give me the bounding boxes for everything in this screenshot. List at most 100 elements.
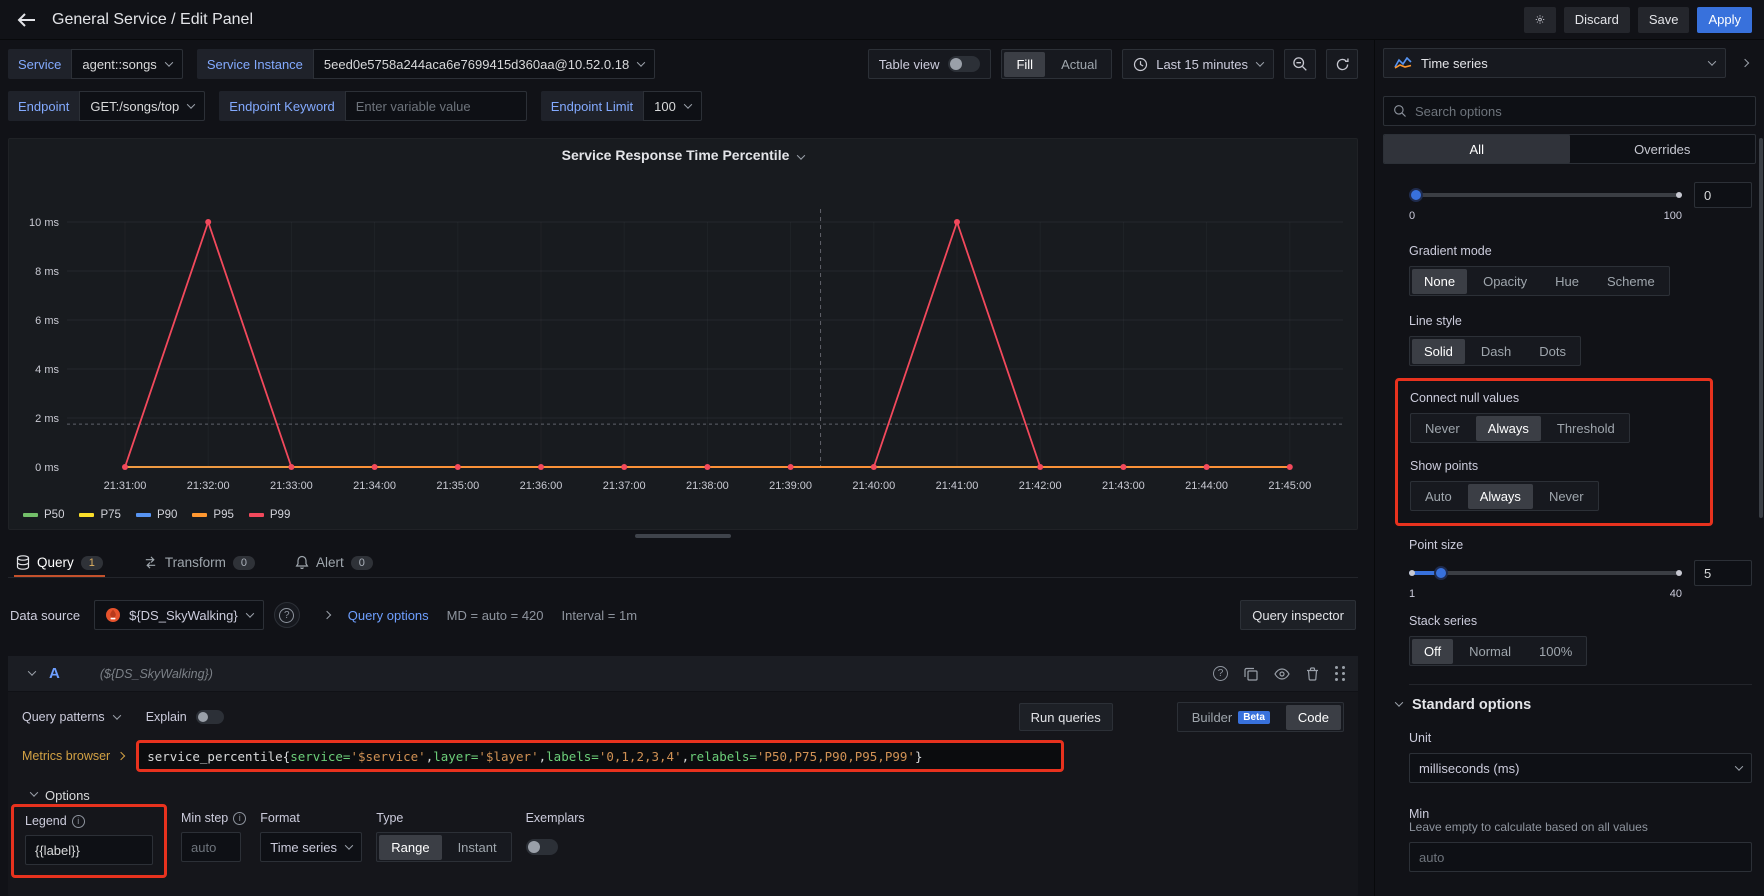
discard-button[interactable]: Discard (1564, 7, 1630, 33)
promql-expression-input[interactable]: service_percentile{service='$service', l… (136, 740, 1064, 772)
panel-settings-button[interactable] (1524, 7, 1556, 33)
refresh-button[interactable] (1326, 49, 1358, 79)
svg-text:0 ms: 0 ms (35, 462, 59, 474)
option-never[interactable]: Never (1537, 484, 1596, 509)
exemplars-toggle[interactable] (526, 839, 558, 855)
slider-handle[interactable] (1434, 566, 1448, 580)
zoom-out-button[interactable] (1284, 49, 1316, 79)
query-inspector-button[interactable]: Query inspector (1240, 600, 1356, 630)
chart-svg[interactable]: 0 ms2 ms4 ms6 ms8 ms10 ms21:31:0021:32:0… (9, 139, 1359, 495)
legend-item-p90[interactable]: P90 (136, 509, 177, 521)
apply-button[interactable]: Apply (1697, 7, 1752, 33)
variable-service-instance: Service Instance 5eed0e5758a244aca6e7699… (197, 49, 655, 79)
legend-label: P75 (100, 509, 120, 521)
endpoint-keyword-input[interactable] (345, 91, 527, 121)
eye-icon[interactable] (1274, 668, 1290, 680)
option-hue[interactable]: Hue (1543, 269, 1591, 294)
panel-resize-handle[interactable] (635, 534, 731, 538)
help-icon[interactable]: ? (1213, 666, 1228, 681)
option-always[interactable]: Always (1468, 484, 1533, 509)
variable-service-select[interactable]: agent::songs (71, 49, 182, 79)
run-queries-button[interactable]: Run queries (1019, 703, 1113, 731)
variable-endpoint-limit-select[interactable]: 100 (643, 91, 702, 121)
code-option[interactable]: Code (1286, 705, 1341, 730)
legend-input[interactable] (25, 835, 153, 865)
option-off[interactable]: Off (1412, 639, 1453, 664)
info-icon: i (233, 812, 246, 825)
back-button[interactable] (12, 6, 40, 34)
option-dots[interactable]: Dots (1527, 339, 1578, 364)
explain-toggle[interactable] (196, 710, 224, 724)
datasource-help-button[interactable]: ? (274, 602, 300, 628)
save-button[interactable]: Save (1638, 7, 1690, 33)
zoom-out-icon (1292, 56, 1308, 72)
datasource-picker[interactable]: ${DS_SkyWalking} (94, 600, 264, 630)
panel-title[interactable]: Service Response Time Percentile (9, 147, 1357, 163)
format-dropdown[interactable]: Time series (260, 832, 362, 862)
tab-transform[interactable]: Transform 0 (141, 548, 257, 577)
option-actual[interactable]: Actual (1049, 52, 1109, 77)
min-step-input[interactable] (181, 832, 241, 862)
variable-service-instance-label: Service Instance (197, 49, 313, 79)
legend-item-p95[interactable]: P95 (192, 509, 233, 521)
point-size-value[interactable] (1694, 560, 1752, 586)
option-opacity[interactable]: Opacity (1471, 269, 1539, 294)
tab-alert[interactable]: Alert 0 (293, 548, 375, 577)
variable-service-instance-select[interactable]: 5eed0e5758a244aca6e7699415d360aa@10.52.0… (313, 49, 655, 79)
legend-item-p75[interactable]: P75 (79, 509, 120, 521)
option-always[interactable]: Always (1476, 416, 1541, 441)
fill-opacity-value[interactable] (1694, 182, 1752, 208)
fill-opacity-slider[interactable] (1409, 182, 1682, 208)
option-threshold[interactable]: Threshold (1545, 416, 1627, 441)
option-range[interactable]: Range (379, 835, 441, 860)
legend-item-p99[interactable]: P99 (249, 509, 290, 521)
point-size-slider[interactable] (1409, 560, 1682, 586)
tab-all[interactable]: All (1384, 135, 1570, 163)
options-collapse-header[interactable]: Options (22, 788, 1344, 803)
option-solid[interactable]: Solid (1412, 339, 1465, 364)
option-never[interactable]: Never (1413, 416, 1472, 441)
slider-track (1409, 193, 1682, 197)
tab-overrides[interactable]: Overrides (1570, 135, 1756, 163)
variables-row-2: Endpoint GET:/songs/top Endpoint Keyword… (8, 90, 1358, 122)
show-points-segmented: AutoAlwaysNever (1410, 481, 1599, 511)
transform-icon (143, 555, 158, 570)
query-options-toggle[interactable]: Query options MD = auto = 420 Interval =… (324, 608, 637, 623)
min-input[interactable] (1409, 842, 1752, 872)
option-scheme[interactable]: Scheme (1595, 269, 1667, 294)
options-fields: Legendi Min stepi Format Time series (22, 811, 1344, 878)
arrow-left-icon (15, 11, 37, 29)
metrics-browser-toggle[interactable]: Metrics browser (22, 749, 124, 763)
table-view-toggle[interactable] (948, 56, 980, 72)
trash-icon[interactable] (1306, 667, 1319, 681)
legend-item-p50[interactable]: P50 (23, 509, 64, 521)
search-options-input[interactable] (1415, 104, 1746, 119)
variable-endpoint-select[interactable]: GET:/songs/top (79, 91, 205, 121)
grafana-edit-panel: General Service / Edit Panel Discard Sav… (0, 0, 1764, 896)
option-normal[interactable]: Normal (1457, 639, 1523, 664)
line-style-label: Line style (1409, 314, 1752, 328)
option-auto[interactable]: Auto (1413, 484, 1464, 509)
builder-option[interactable]: BuilderBeta (1180, 705, 1282, 730)
tab-query[interactable]: Query 1 (14, 548, 105, 577)
sidebar-scrollbar[interactable] (1759, 138, 1763, 518)
query-row-header[interactable]: A (${DS_SkyWalking}) ? (8, 656, 1358, 692)
collapse-pane-button[interactable] (1734, 60, 1756, 66)
visualization-picker[interactable]: Time series (1383, 48, 1726, 78)
duplicate-icon[interactable] (1244, 667, 1258, 681)
unit-dropdown[interactable]: milliseconds (ms) (1409, 753, 1752, 783)
standard-options-header[interactable]: Standard options (1387, 697, 1752, 713)
drag-handle-icon[interactable] (1335, 666, 1346, 681)
query-patterns-dropdown[interactable]: Query patterns (22, 710, 120, 724)
expr-token: service_percentile{ (147, 749, 290, 764)
chevron-down-icon (637, 58, 645, 66)
option-100-[interactable]: 100% (1527, 639, 1584, 664)
svg-text:21:37:00: 21:37:00 (603, 480, 646, 492)
time-range-picker[interactable]: Last 15 minutes (1122, 49, 1274, 79)
option-none[interactable]: None (1412, 269, 1467, 294)
slider-handle[interactable] (1409, 188, 1423, 202)
option-instant[interactable]: Instant (446, 835, 509, 860)
panel-options-sidebar: Time series All Overrides (1374, 40, 1764, 896)
option-fill[interactable]: Fill (1004, 52, 1045, 77)
option-dash[interactable]: Dash (1469, 339, 1523, 364)
